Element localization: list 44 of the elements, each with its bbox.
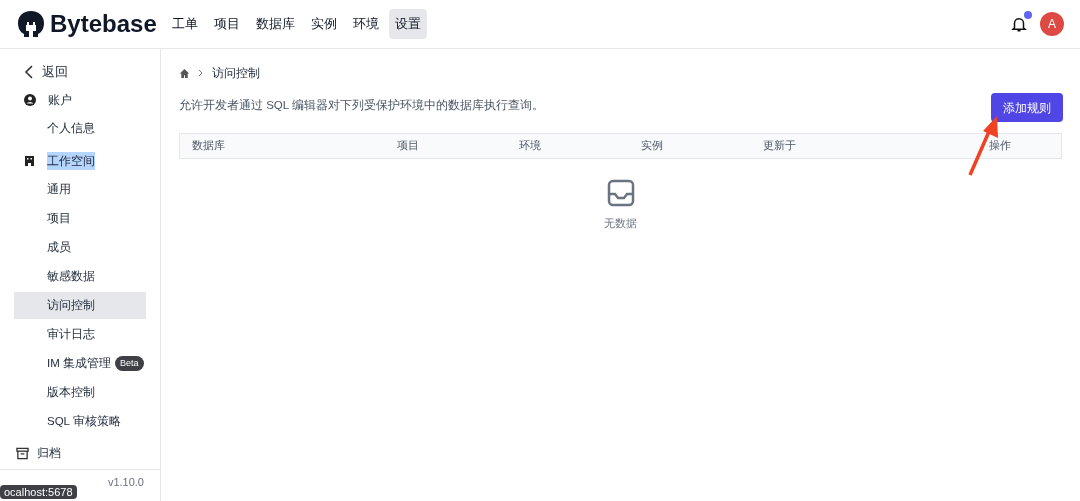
home-icon[interactable] [179, 67, 190, 79]
nav-tab[interactable]: 数据库 [250, 9, 301, 39]
sidebar-item[interactable]: IM 集成管理 Beta [14, 350, 146, 377]
section-heading: 工作空间 [47, 152, 95, 170]
sidebar-item[interactable]: 审计日志 [14, 321, 146, 348]
user-circle-icon [24, 94, 36, 106]
nav-tab[interactable]: 环境 [347, 9, 385, 39]
bell-icon [1010, 15, 1028, 33]
column-header: 操作 [989, 138, 1011, 154]
sidebar-item[interactable]: SQL 审核策略 [14, 408, 146, 435]
column-header: 更新于 [763, 138, 797, 154]
url-tooltip: ocalhost:5678 [0, 485, 77, 499]
archive-icon [16, 446, 29, 460]
empty-inbox-icon [606, 179, 635, 207]
avatar[interactable]: A [1040, 12, 1064, 36]
sidebar-item[interactable]: 通用 [14, 176, 146, 203]
back-link[interactable]: 返回 [0, 61, 160, 83]
sidebar-item[interactable]: 个人信息 [14, 115, 146, 142]
archive-link[interactable]: 归档 [0, 437, 160, 469]
chevron-left-icon [24, 65, 34, 79]
building-icon [24, 155, 35, 167]
logo-text: Bytebase [50, 9, 157, 39]
sidebar-item[interactable]: 访问控制 [14, 292, 146, 319]
column-header: 实例 [641, 138, 664, 154]
column-header: 环境 [519, 138, 542, 154]
empty-state-text: 无数据 [604, 216, 637, 231]
beta-badge: Beta [115, 356, 144, 371]
breadcrumb-current: 访问控制 [212, 65, 260, 82]
column-header: 数据库 [192, 138, 226, 154]
sidebar-item[interactable]: 敏感数据 [14, 263, 146, 290]
sidebar-item[interactable]: 成员 [14, 234, 146, 261]
chevron-right-icon [198, 69, 204, 77]
section-heading: 账户 [48, 92, 72, 109]
nav-tab[interactable]: 工单 [166, 9, 204, 39]
nav-tab[interactable]: 项目 [208, 9, 246, 39]
add-rule-button[interactable]: 添加规则 [991, 93, 1063, 122]
description-text: 允许开发者通过 SQL 编辑器对下列受保护环境中的数据库执行查询。 [179, 98, 544, 113]
nav-tab[interactable]: 实例 [305, 9, 343, 39]
sidebar-item[interactable]: 版本控制 [14, 379, 146, 406]
version-label: v1.10.0 [107, 475, 144, 490]
nav-tab[interactable]: 设置 [389, 9, 427, 39]
sidebar-item[interactable]: 项目 [14, 205, 146, 232]
logo-icon [16, 9, 46, 39]
column-header: 项目 [397, 138, 420, 154]
